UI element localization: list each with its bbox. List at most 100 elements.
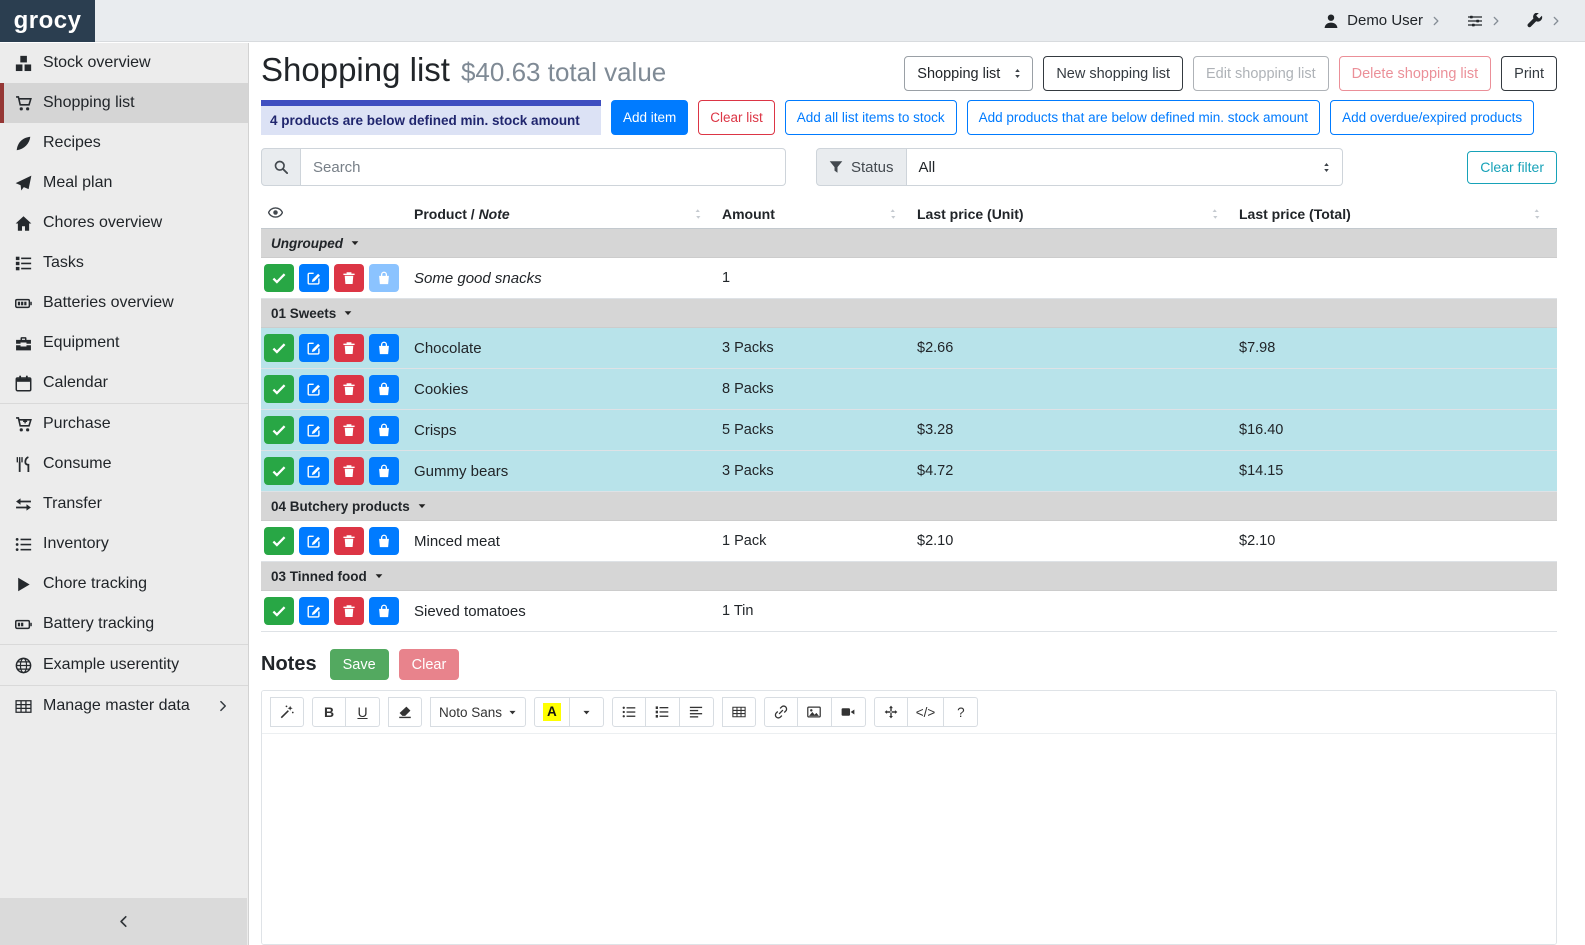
insert-table-button[interactable] (722, 697, 756, 727)
add-to-stock-button[interactable] (369, 527, 399, 555)
insert-picture-button[interactable] (798, 697, 832, 727)
paragraph-button[interactable] (680, 697, 714, 727)
clear-filter-button[interactable]: Clear filter (1467, 151, 1557, 184)
mark-item-done-button[interactable] (264, 334, 294, 362)
print-button[interactable]: Print (1501, 56, 1557, 91)
notes-editor-area[interactable] (262, 734, 1556, 944)
mark-item-done-button[interactable] (264, 264, 294, 292)
toggle-done-items-header[interactable] (261, 205, 410, 223)
code-view-button[interactable]: </> (908, 697, 945, 727)
bold-button[interactable]: B (312, 697, 346, 727)
video-icon (841, 705, 855, 719)
insert-video-button[interactable] (832, 697, 866, 727)
fullscreen-button[interactable] (874, 697, 908, 727)
edit-item-button[interactable] (299, 527, 329, 555)
save-notes-button[interactable]: Save (330, 649, 389, 680)
delete-item-button[interactable] (334, 527, 364, 555)
add-to-stock-button[interactable] (369, 375, 399, 403)
unordered-list-button[interactable] (612, 697, 646, 727)
delete-item-button[interactable] (334, 457, 364, 485)
edit-item-button[interactable] (299, 264, 329, 292)
status-filter-select[interactable]: All (907, 148, 1343, 186)
group-header-01-sweets[interactable]: 01 Sweets (261, 299, 1557, 328)
clear-formatting-button[interactable] (388, 697, 422, 727)
underline-button[interactable]: U (346, 697, 380, 727)
color-dropdown-button[interactable] (570, 697, 604, 727)
sidebar-item-manage-master-data[interactable]: Manage master data (0, 686, 248, 726)
sidebar-item-equipment[interactable]: Equipment (0, 323, 248, 363)
ordered-list-button[interactable] (646, 697, 680, 727)
column-header-unit-price[interactable]: Last price (Unit) (913, 206, 1235, 222)
group-header-03-tinned-food[interactable]: 03 Tinned food (261, 562, 1557, 591)
sidebar-item-calendar[interactable]: Calendar (0, 363, 248, 403)
sidebar-item-stock-overview[interactable]: Stock overview (0, 43, 248, 83)
edit-item-button[interactable] (299, 334, 329, 362)
sidebar-item-inventory[interactable]: Inventory (0, 524, 248, 564)
sidebar-item-recipes[interactable]: Recipes (0, 123, 248, 163)
new-shopping-list-button[interactable]: New shopping list (1043, 56, 1183, 91)
add-to-stock-button[interactable] (369, 334, 399, 362)
column-header-total-price[interactable]: Last price (Total) (1235, 206, 1557, 222)
amount-cell: 5 Packs (718, 422, 913, 438)
mark-item-done-button[interactable] (264, 416, 294, 444)
edit-item-button[interactable] (299, 416, 329, 444)
sidebar-item-example-userentity[interactable]: Example userentity (0, 645, 248, 685)
edit-item-button[interactable] (299, 375, 329, 403)
shopping-list-select[interactable]: Shopping list (904, 56, 1033, 91)
group-header-ungrouped[interactable]: Ungrouped (261, 229, 1557, 258)
add-item-button[interactable]: Add item (611, 100, 688, 135)
magic-wand-icon (280, 705, 294, 719)
sidebar-item-chores-overview[interactable]: Chores overview (0, 203, 248, 243)
edit-item-button[interactable] (299, 457, 329, 485)
sidebar-item-chore-tracking[interactable]: Chore tracking (0, 564, 248, 604)
add-to-stock-button[interactable] (369, 264, 399, 292)
check-icon (272, 341, 286, 355)
user-menu[interactable]: Demo User (1323, 12, 1441, 29)
edit-item-button[interactable] (299, 597, 329, 625)
add-products-that-are-below-defined-min-stock-amount-button[interactable]: Add products that are below defined min.… (967, 100, 1320, 135)
search-input[interactable] (301, 148, 786, 186)
sidebar-item-meal-plan[interactable]: Meal plan (0, 163, 248, 203)
user-icon (1323, 13, 1339, 29)
sidebar-item-battery-tracking[interactable]: Battery tracking (0, 604, 248, 644)
insert-link-button[interactable] (764, 697, 798, 727)
mark-item-done-button[interactable] (264, 597, 294, 625)
mark-item-done-button[interactable] (264, 527, 294, 555)
text-color-button[interactable]: A (534, 697, 570, 727)
row-actions (261, 597, 410, 625)
mark-item-done-button[interactable] (264, 457, 294, 485)
add-to-stock-button[interactable] (369, 416, 399, 444)
app-logo[interactable]: grocy (0, 0, 95, 42)
sidebar-item-batteries-overview[interactable]: Batteries overview (0, 283, 248, 323)
notes-editor-toolbar: B U Noto Sans A (262, 691, 1556, 734)
font-family-button[interactable]: Noto Sans (430, 697, 526, 727)
delete-item-button[interactable] (334, 597, 364, 625)
sidebar-item-consume[interactable]: Consume (0, 444, 248, 484)
column-header-amount[interactable]: Amount (718, 206, 913, 222)
delete-item-button[interactable] (334, 416, 364, 444)
group-header-04-butchery-products[interactable]: 04 Butchery products (261, 492, 1557, 521)
help-button[interactable]: ? (944, 697, 978, 727)
edit-shopping-list-button[interactable]: Edit shopping list (1193, 56, 1329, 91)
sidebar-item-transfer[interactable]: Transfer (0, 484, 248, 524)
sidebar-item-purchase[interactable]: Purchase (0, 404, 248, 444)
sidebar-item-tasks[interactable]: Tasks (0, 243, 248, 283)
magic-style-button[interactable] (270, 697, 304, 727)
add-overdue-expired-products-button[interactable]: Add overdue/expired products (1330, 100, 1534, 135)
settings-menu[interactable] (1467, 13, 1501, 29)
clear-notes-button[interactable]: Clear (399, 649, 460, 680)
clear-list-button[interactable]: Clear list (698, 100, 775, 135)
sidebar-item-shopping-list[interactable]: Shopping list (0, 83, 248, 123)
delete-shopping-list-button[interactable]: Delete shopping list (1339, 56, 1492, 91)
row-actions (261, 457, 410, 485)
add-to-stock-button[interactable] (369, 597, 399, 625)
delete-item-button[interactable] (334, 334, 364, 362)
add-to-stock-button[interactable] (369, 457, 399, 485)
admin-menu[interactable] (1527, 13, 1561, 29)
column-header-product[interactable]: Product / Note (410, 206, 718, 222)
sidebar-collapse-button[interactable] (0, 898, 247, 945)
add-all-list-items-to-stock-button[interactable]: Add all list items to stock (785, 100, 957, 135)
mark-item-done-button[interactable] (264, 375, 294, 403)
delete-item-button[interactable] (334, 264, 364, 292)
delete-item-button[interactable] (334, 375, 364, 403)
